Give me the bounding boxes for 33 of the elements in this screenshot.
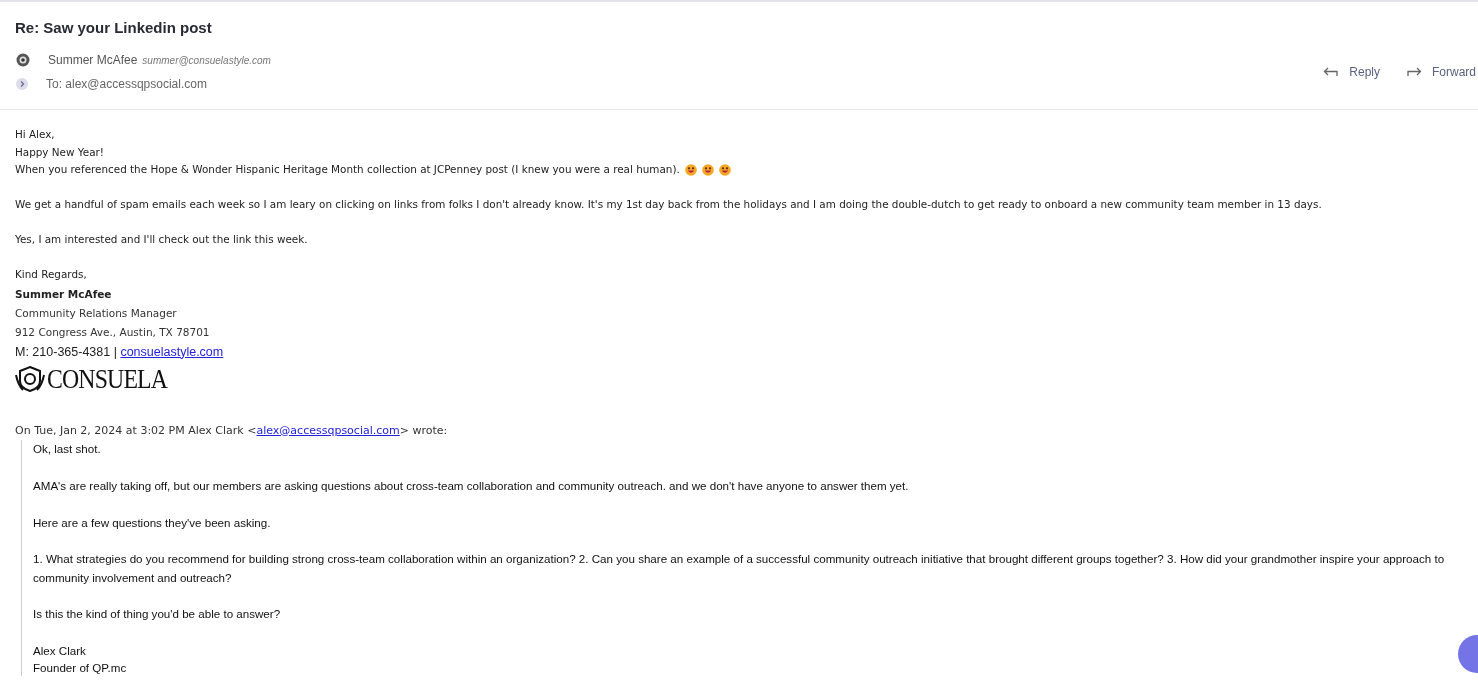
greeting-line: Happy New Year!: [15, 144, 105, 160]
sender-name: Summer McAfee: [48, 53, 138, 67]
grinning-emoji-icon: [718, 163, 731, 176]
quoted-signature-line: Founder of QP.mc: [33, 660, 128, 677]
email-subject: Re: Saw your Linkedin post: [15, 19, 213, 36]
brand-logo: CONSUELA: [47, 363, 168, 394]
closing-text: Kind Regards,: [15, 267, 88, 282]
greeting-line: Hi Alex,: [15, 127, 56, 142]
body-paragraph: We get a handful of spam emails each week so I am leary on clicking on links from folks I don't already know. It's my 1st day back from the holidays and I am doing the double-dutch to get ready to onboard a new community team member in 13 days.: [15, 197, 1323, 212]
grinning-emoji-icon: [701, 163, 714, 176]
job-title: Community Relations Manager: [15, 305, 178, 321]
sender-email: summer@consuelastyle.com: [142, 54, 271, 66]
recipient: To: alex@accessqpsocial.com: [46, 77, 207, 91]
quoted-paragraph: Is this the kind of thing you'd be able to answer?: [33, 606, 282, 623]
website-link[interactable]: consuelastyle.com: [120, 344, 224, 359]
signature-name: Summer McAfee: [15, 286, 113, 302]
forward-arrow-icon: [1406, 66, 1422, 78]
quoted-signature-line: Alex Clark: [33, 643, 87, 660]
address-text: 912 Congress Ave., Austin, TX 78701: [15, 324, 211, 340]
reply-arrow-icon: [1323, 66, 1340, 78]
body-paragraph: Yes, I am interested and I'll check out the link this week.: [15, 232, 309, 247]
quoted-paragraph: Here are a few questions they've been asking.: [33, 514, 272, 531]
reply-button[interactable]: Reply: [1323, 65, 1380, 79]
body-text: When you referenced the Hope & Wonder Hispanic Heritage Month collection at JCPenney post (I knew you were a real human).: [15, 162, 680, 177]
quoted-paragraph: Ok, last shot.: [33, 441, 102, 457]
quoted-paragraph: AMA's are really taking off, but our members are asking questions about cross-team collaboration and community outreach. and we don't have anyone to answer them yet.: [33, 477, 910, 494]
grinning-emoji-icon: [684, 163, 697, 176]
email-link[interactable]: alex@accessqpsocial.com: [256, 423, 400, 437]
quoted-paragraph: 1. What strategies do you recommend for building strong cross-team collaboration within an organization? 2. Can you share an example of a successful community outreach initiative that brought different groups together? 3. How did your grandmother inspire your approach to community involvement and outreach?: [33, 551, 1446, 586]
expand-icon[interactable]: [15, 77, 29, 91]
quote-header: On Tue, Jan 2, 2024 at 3:02 PM Alex Clark <alex@accessqpsocial.com> wrote:: [15, 422, 449, 439]
phone-line: M: 210-365-4381 | consuelastyle.com: [15, 343, 225, 361]
forward-button[interactable]: Forward: [1406, 65, 1476, 79]
